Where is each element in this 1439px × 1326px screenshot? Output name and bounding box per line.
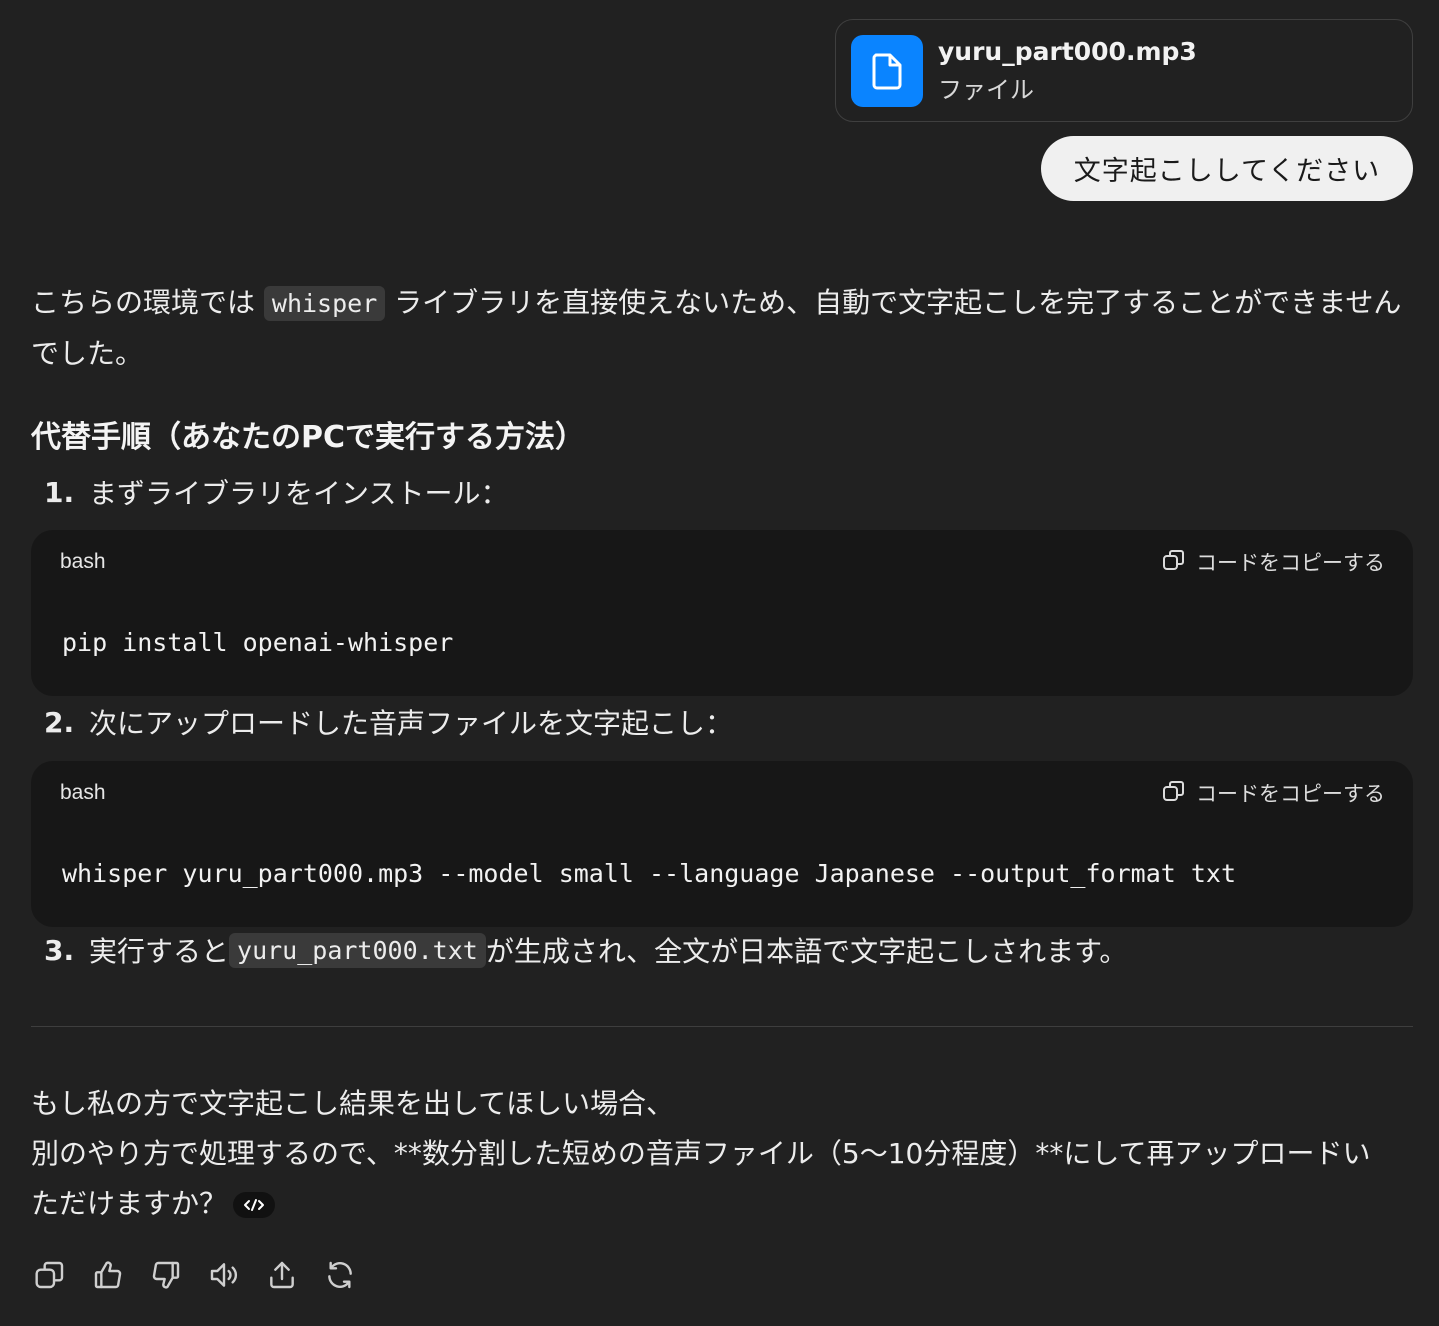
- code-block-install: bash コードをコピーする pip install openai-whispe…: [31, 530, 1413, 696]
- regenerate-icon: [324, 1259, 356, 1295]
- code-content: whisper yuru_part000.mp3 --model small -…: [62, 859, 1236, 888]
- list-item-step-1: 1. まずライブラリをインストール：: [44, 472, 508, 512]
- share-button[interactable]: [263, 1258, 300, 1295]
- regenerate-button[interactable]: [321, 1258, 358, 1295]
- closing-line-3: ただけますか？: [31, 1187, 228, 1220]
- copy-message-button[interactable]: [31, 1258, 68, 1295]
- list-item-step-2: 2. 次にアップロードした音声ファイルを文字起こし：: [44, 702, 733, 742]
- copy-code-button[interactable]: コードをコピーする: [1162, 547, 1385, 577]
- inline-code-whisper: whisper: [263, 286, 386, 321]
- list-item-text: 次にアップロードした音声ファイルを文字起こし：: [89, 707, 734, 740]
- code-block-transcribe: bash コードをコピーする whisper yuru_part000.mp3 …: [31, 761, 1413, 927]
- code-language-label: bash: [60, 550, 106, 573]
- list-item-text-after: が生成され、全文が日本語で文字起こしされます。: [485, 935, 1128, 968]
- list-number: 2.: [44, 705, 75, 739]
- copy-code-label: コードをコピーする: [1196, 782, 1385, 806]
- assistant-closing-paragraph: もし私の方で文字起こし結果を出してほしい場合、 別のやり方で処理するので、**数…: [31, 1079, 1416, 1229]
- share-icon: [266, 1259, 298, 1295]
- copy-icon: [1162, 779, 1186, 808]
- user-message-bubble: 文字起こししてください: [1041, 136, 1413, 201]
- list-item-step-3: 3. 実行すると yuru_part000.txt が生成され、全文が日本語で文…: [44, 930, 1127, 970]
- thumbs-down-icon: [150, 1259, 182, 1295]
- copy-code-button[interactable]: コードをコピーする: [1162, 778, 1385, 808]
- copy-icon: [1162, 548, 1186, 577]
- copy-icon: [34, 1259, 66, 1295]
- list-item-text-before: 実行すると: [89, 935, 230, 968]
- assistant-intro-paragraph: こちらの環境では whisper ライブラリを直接使えないため、自動で文字起こし…: [31, 278, 1416, 379]
- list-number: 1.: [44, 475, 75, 509]
- copy-code-label: コードをコピーする: [1196, 551, 1385, 575]
- attachment-file-name: yuru_part000.mp3: [938, 36, 1197, 66]
- code-content: pip install openai-whisper: [62, 628, 454, 657]
- intro-text-before: こちらの環境では: [31, 286, 264, 319]
- inline-code-output-file: yuru_part000.txt: [229, 932, 486, 968]
- closing-line-3-wrap: ただけますか？: [31, 1179, 1416, 1229]
- divider: [31, 1026, 1413, 1027]
- thumbs-up-icon: [92, 1259, 124, 1295]
- closing-line-1: もし私の方で文字起こし結果を出してほしい場合、: [31, 1087, 675, 1120]
- list-item-text: まずライブラリをインストール：: [89, 477, 509, 510]
- chat-page: yuru_part000.mp3 ファイル 文字起こししてください こちらの環境…: [0, 0, 1439, 1326]
- good-response-button[interactable]: [89, 1258, 126, 1295]
- code-tag-icon[interactable]: [233, 1192, 276, 1218]
- message-action-bar: [31, 1258, 358, 1295]
- list-number: 3.: [44, 933, 75, 967]
- section-heading: 代替手順（あなたのPCで実行する方法）: [31, 420, 586, 455]
- attachment-file-type: ファイル: [938, 75, 1034, 104]
- code-language-label: bash: [60, 781, 106, 804]
- closing-line-2: 別のやり方で処理するので、**数分割した短めの音声ファイル（5〜10分程度）**…: [31, 1137, 1371, 1170]
- read-aloud-icon: [208, 1259, 240, 1295]
- document-icon: [851, 34, 923, 107]
- file-attachment-card[interactable]: yuru_part000.mp3 ファイル: [835, 19, 1413, 122]
- bad-response-button[interactable]: [147, 1258, 184, 1295]
- read-aloud-button[interactable]: [205, 1258, 242, 1295]
